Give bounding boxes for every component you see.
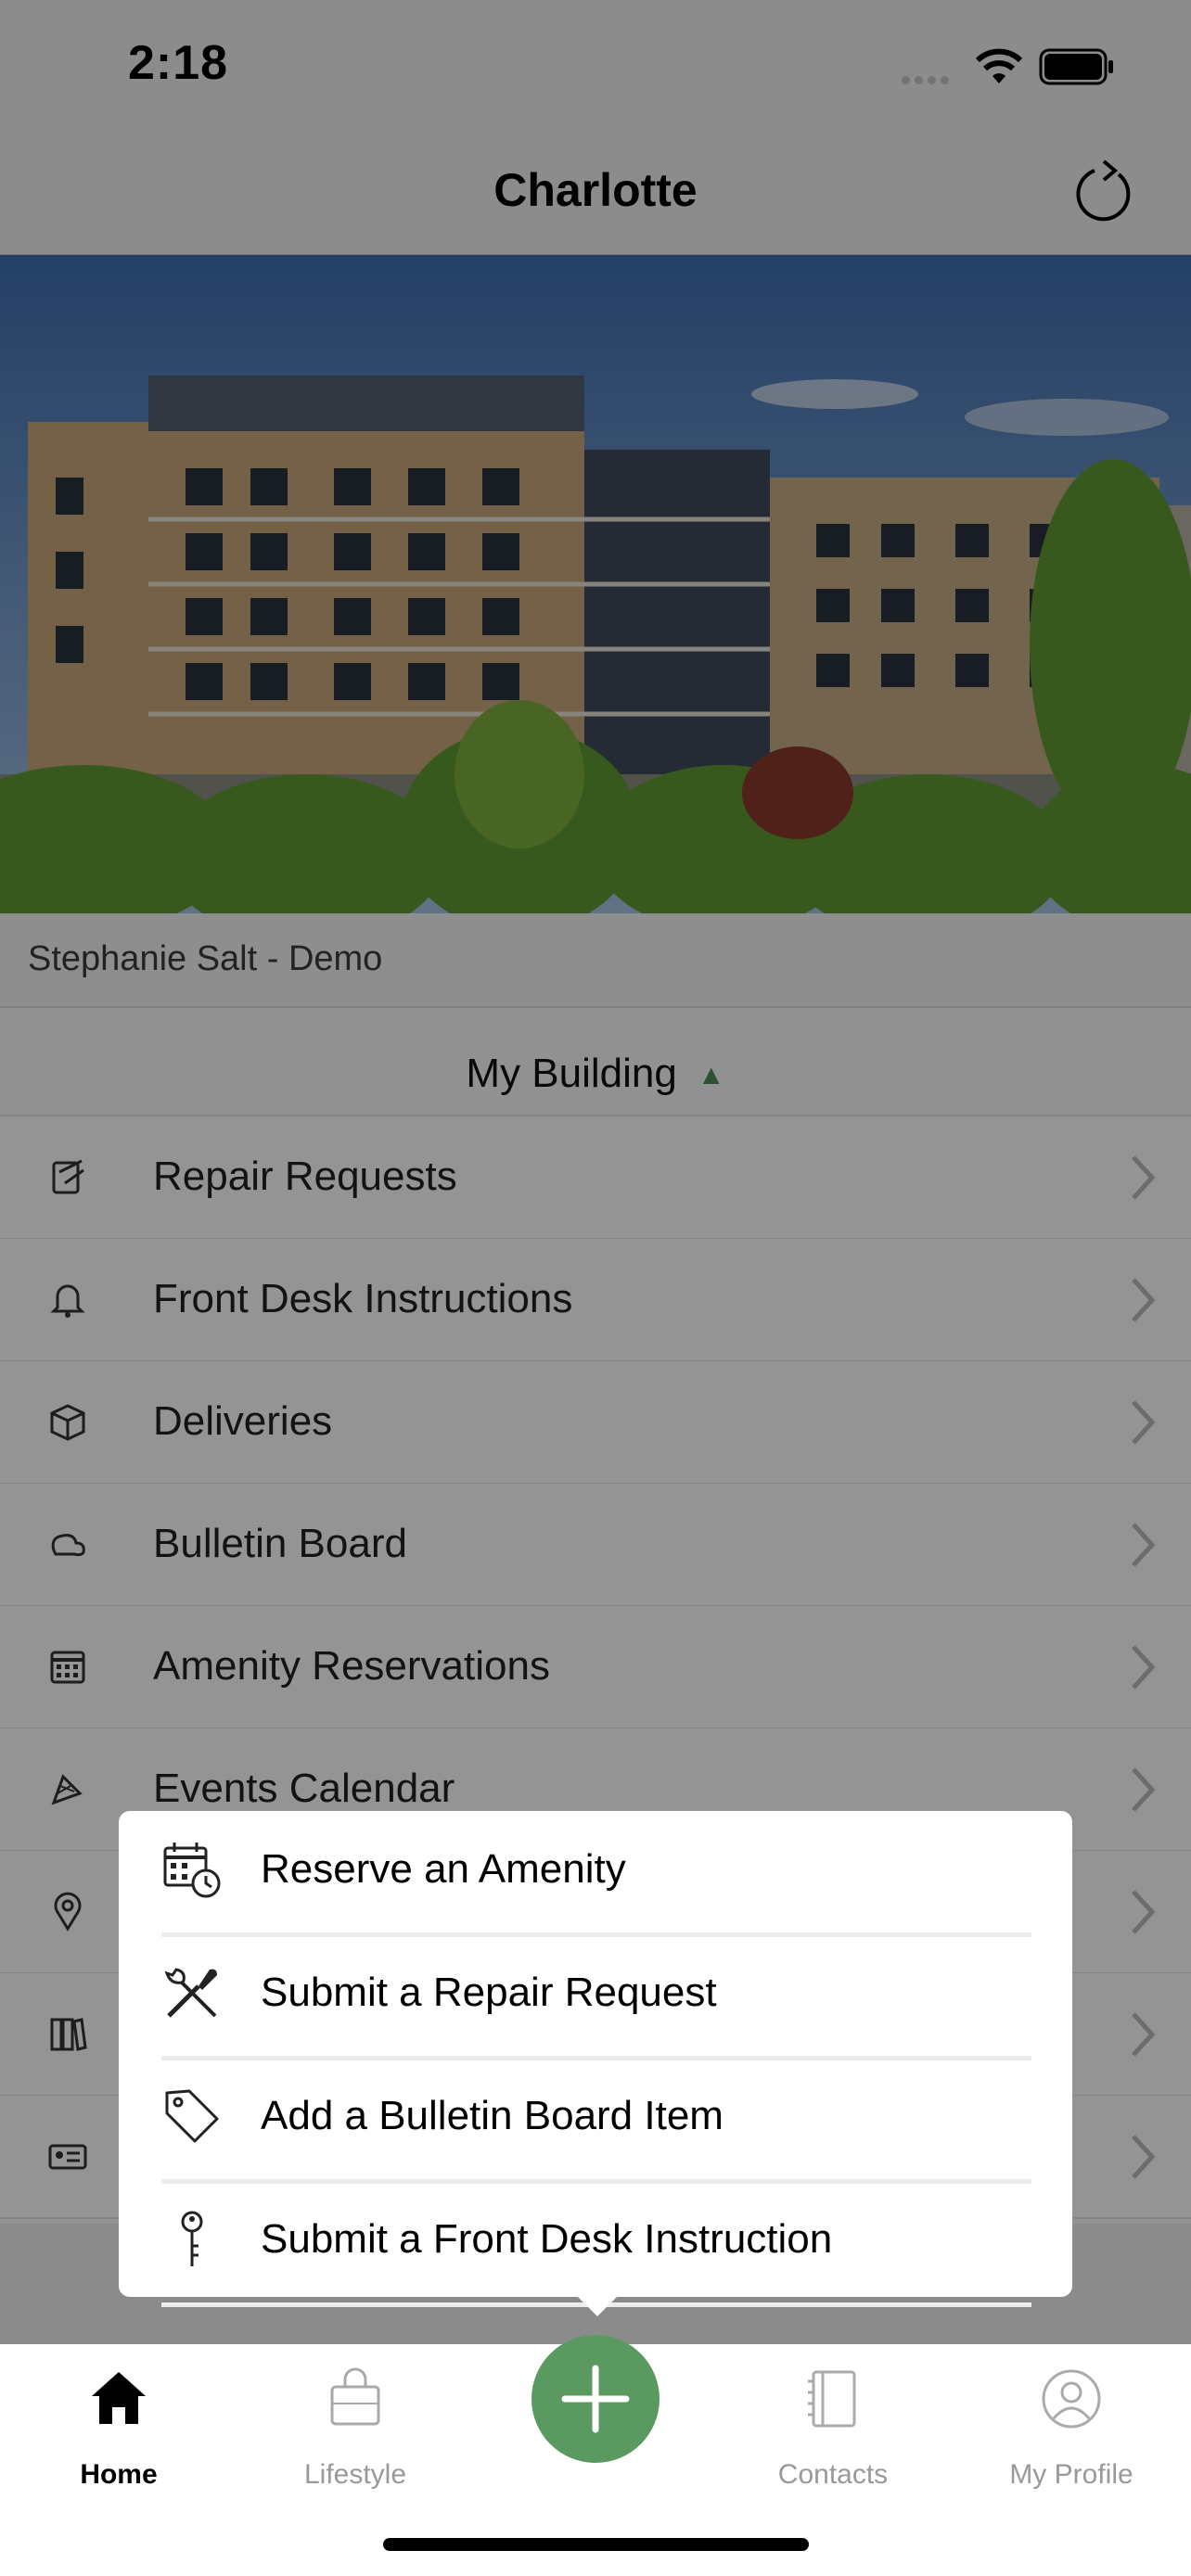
tab-lifestyle[interactable]: Lifestyle [249,2344,462,2493]
reserve-amenity-action[interactable]: Reserve an Amenity [161,1811,1031,1937]
tab-label: Contacts [777,2459,889,2490]
plus-icon [561,2365,630,2433]
shopping-bag-icon [330,2367,380,2426]
add-action-button[interactable] [531,2335,660,2463]
profile-icon [1042,2369,1101,2429]
action-label: Submit a Repair Request [261,1970,717,2015]
calendar-clock-icon [163,1843,221,1898]
tab-contacts[interactable]: Contacts [726,2344,940,2493]
home-icon [92,2372,146,2424]
quick-action-popup: Reserve an Amenity Submit a Repair Reque… [119,1811,1072,2307]
action-label: Add a Bulletin Board Item [261,2093,724,2138]
key-icon [181,2211,203,2266]
tag-icon [165,2089,219,2143]
action-label: Reserve an Amenity [261,1846,626,1892]
tools-icon [164,1968,217,2018]
popup-pointer [570,2289,625,2316]
tab-my-profile[interactable]: My Profile [965,2344,1178,2493]
submit-repair-action[interactable]: Submit a Repair Request [161,1934,1031,2060]
home-indicator [383,2538,809,2551]
action-label: Submit a Front Desk Instruction [261,2216,833,2262]
add-bulletin-action[interactable]: Add a Bulletin Board Item [161,2058,1031,2184]
tab-label: Home [80,2459,158,2490]
tab-label: Lifestyle [303,2459,407,2490]
address-book-icon [808,2370,856,2428]
tab-label: My Profile [1009,2459,1133,2490]
tab-home[interactable]: Home [12,2344,225,2493]
